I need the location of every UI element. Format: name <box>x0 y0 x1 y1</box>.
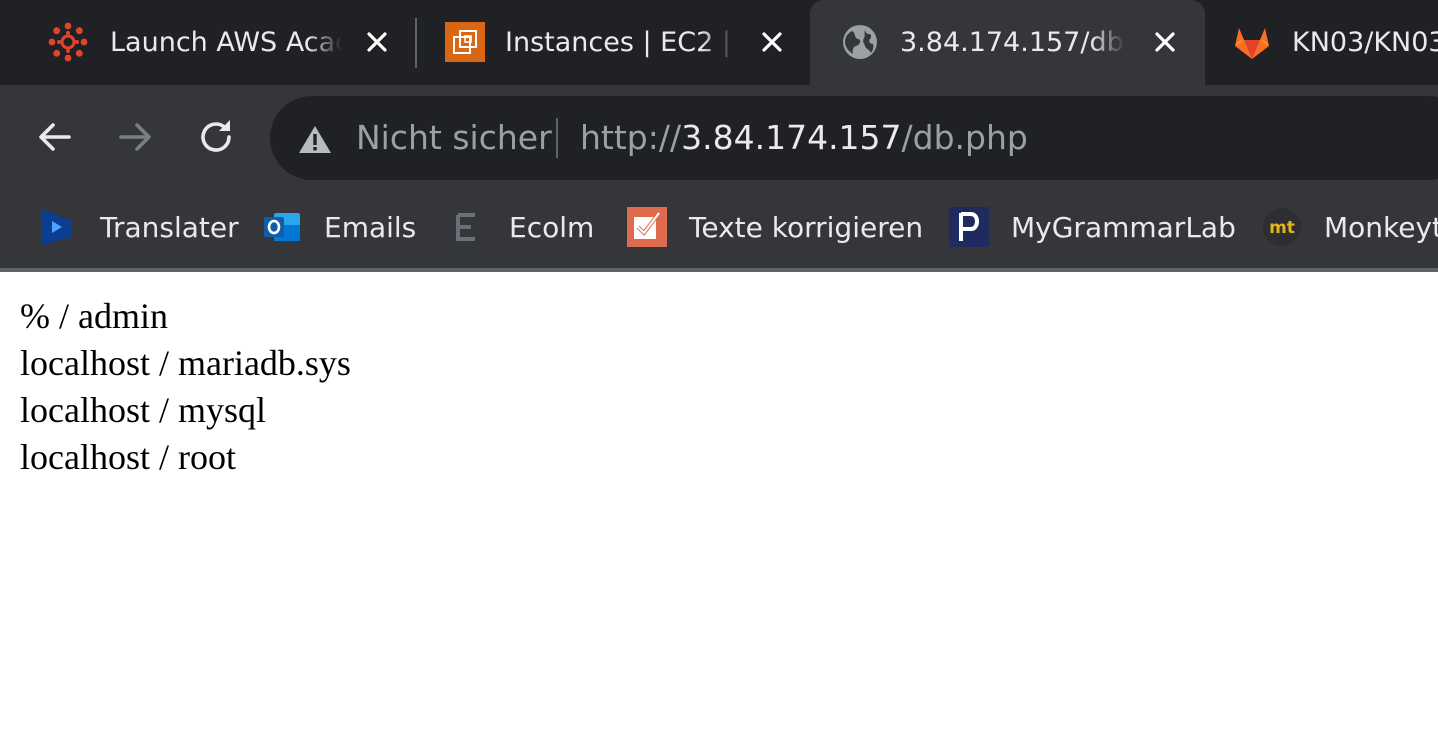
bookmark-ecolm[interactable]: Ecolm <box>447 205 594 249</box>
db-user-row: localhost / mariadb.sys <box>20 343 351 383</box>
tab-title: Launch AWS Academy <box>110 27 342 58</box>
tab-title: Instances | EC2 | us-east-1 <box>505 27 735 58</box>
tab-title: 3.84.174.157/db.php <box>900 27 1125 58</box>
globe-icon <box>843 25 877 59</box>
url-text[interactable]: http://3.84.174.157/db.php <box>580 116 1028 160</box>
tab-strip: Launch AWS Academy Instances | EC2 | us-… <box>0 0 1438 85</box>
forward-arrow-icon[interactable] <box>113 115 157 159</box>
tab-separator <box>415 18 417 68</box>
warning-icon[interactable] <box>298 124 332 154</box>
bookmark-label: Texte korrigieren <box>689 210 924 244</box>
db-user-row: localhost / mysql <box>20 390 266 430</box>
page-content: % / admin localhost / mariadb.sys localh… <box>20 293 351 481</box>
mygrammarlab-icon <box>949 207 989 247</box>
bookmark-label: Emails <box>324 210 417 244</box>
text-correct-icon <box>627 207 667 247</box>
back-arrow-icon[interactable] <box>33 115 77 159</box>
bookmarks-bar: Translater Emails Ecolm Texte korrigiere… <box>0 191 1438 270</box>
browser-toolbar: Nicht sicher http://3.84.174.157/db.php <box>0 85 1438 191</box>
close-icon[interactable] <box>1153 30 1177 54</box>
outlook-icon <box>264 213 300 241</box>
tab-ec2-instances[interactable]: Instances | EC2 | us-east-1 <box>425 0 805 85</box>
url-scheme: http:// <box>580 118 682 157</box>
bookmark-label: Ecolm <box>509 210 595 244</box>
address-bar[interactable]: Nicht sicher http://3.84.174.157/db.php <box>270 96 1438 180</box>
translator-icon <box>42 209 72 245</box>
bookmark-monkeytype[interactable]: mt Monkeytype <box>1262 205 1438 249</box>
bookmark-emails[interactable]: Emails <box>262 205 416 249</box>
canvas-icon <box>48 22 88 62</box>
db-user-row: % / admin <box>20 296 168 336</box>
tab-db-php[interactable]: 3.84.174.157/db.php <box>810 0 1205 85</box>
ecolm-icon <box>456 213 475 241</box>
monkeytype-icon: mt <box>1263 208 1301 246</box>
db-user-row: localhost / root <box>20 437 236 477</box>
bookmark-texte-korrigieren[interactable]: Texte korrigieren <box>627 205 923 249</box>
bookmark-label: Monkeytype <box>1324 210 1438 244</box>
svg-text:mt: mt <box>1269 218 1295 238</box>
bookmark-mygrammarlab[interactable]: MyGrammarLab <box>949 205 1236 249</box>
url-host: 3.84.174.157 <box>681 118 902 157</box>
close-icon[interactable] <box>760 30 784 54</box>
tab-title: KN03/KN03 <box>1292 27 1438 58</box>
bookmark-translater[interactable]: Translater <box>38 205 239 249</box>
reload-icon[interactable] <box>194 115 238 159</box>
url-path: /db.php <box>901 118 1028 157</box>
ec2-icon <box>445 22 485 62</box>
security-status-label[interactable]: Nicht sicher <box>356 116 552 160</box>
tab-launch-aws-academy[interactable]: Launch AWS Academy <box>30 0 410 85</box>
tab-gitlab-kn03[interactable]: KN03/KN03 <box>1210 0 1438 85</box>
gitlab-icon <box>1235 28 1269 59</box>
bookmark-label: MyGrammarLab <box>1011 210 1236 244</box>
bookmark-label: Translater <box>100 210 239 244</box>
address-divider <box>556 118 558 158</box>
close-icon[interactable] <box>365 30 389 54</box>
toolbar-bottom-border <box>0 268 1438 272</box>
